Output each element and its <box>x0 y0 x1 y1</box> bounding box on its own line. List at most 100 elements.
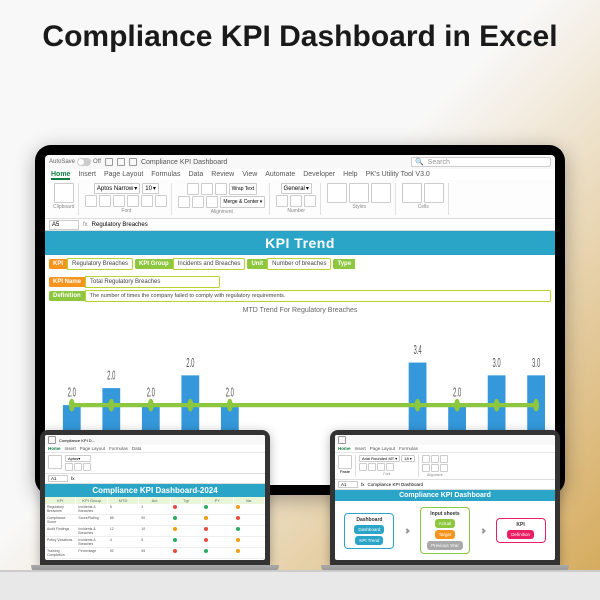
cell-styles-button[interactable] <box>371 183 391 203</box>
font-color-button[interactable] <box>155 195 167 207</box>
bold-button[interactable] <box>359 463 367 471</box>
paste-button[interactable] <box>48 455 62 469</box>
table-row: Regulatory BreachesIncidents & Breaches5… <box>45 504 265 515</box>
fx-icon[interactable]: fx <box>83 222 88 228</box>
table-row: Compliance ScoreScore/Rating8590 <box>45 515 265 526</box>
laptop-left: Compliance KPI D... HomeInsertPage Layou… <box>40 430 270 590</box>
percent-button[interactable] <box>290 195 302 207</box>
tab-insert[interactable]: Insert <box>78 171 96 180</box>
page-title: Compliance KPI Dashboard in Excel <box>0 0 600 56</box>
kpi-table[interactable]: KPIKPI GroupMTDActTgtPYVar Regulatory Br… <box>45 497 265 560</box>
underline-button[interactable] <box>377 463 385 471</box>
font-name-dd[interactable]: Arial Rounded MT▾ <box>359 455 400 462</box>
font-name-dd[interactable]: Aptos Narrow▾ <box>94 183 140 194</box>
align-top[interactable] <box>187 183 199 195</box>
svg-text:2.0: 2.0 <box>147 386 156 400</box>
tab-data[interactable]: Data <box>188 171 203 180</box>
font-dd[interactable]: Aptos▾ <box>65 455 91 462</box>
nav-target[interactable]: Target <box>435 530 456 539</box>
table-row: Policy ViolationsIncidents & Breaches45 <box>45 537 265 548</box>
panel-dashboard: Dashboard Dashboard KPI Trend <box>344 513 394 549</box>
filter-type: Type <box>333 258 355 270</box>
border-button[interactable] <box>127 195 139 207</box>
group-clipboard: Clipboard <box>49 183 79 215</box>
font-size-dd[interactable]: 10▾ <box>142 183 159 194</box>
svg-text:2.0: 2.0 <box>68 386 77 400</box>
tab-automate[interactable]: Automate <box>265 171 295 180</box>
table-row: Incidents ReportedIncidents & Breaches86 <box>45 559 265 560</box>
name-box[interactable]: A5 <box>49 220 79 230</box>
panel-kpi: KPI Definition <box>496 518 546 543</box>
table-row: Training CompletionPercentage9295 <box>45 548 265 559</box>
align-right[interactable] <box>206 196 218 208</box>
svg-text:2.0: 2.0 <box>107 369 116 383</box>
tab-review[interactable]: Review <box>211 171 234 180</box>
italic-button[interactable] <box>99 195 111 207</box>
font-size-dd[interactable]: 18▾ <box>401 455 414 462</box>
paste-button[interactable] <box>54 183 74 203</box>
number-format-dd[interactable]: General▾ <box>281 183 312 194</box>
bold-button[interactable] <box>85 195 97 207</box>
formula-bar-l1: A1fx <box>45 474 265 484</box>
formula-text[interactable]: Regulatory Breaches <box>92 222 148 228</box>
align-center[interactable] <box>192 196 204 208</box>
dashboard-banner-l2: Compliance KPI Dashboard <box>335 490 555 501</box>
filter-group: KPI GroupIncidents and Breaches <box>135 258 245 270</box>
search-input[interactable]: 🔍 Search <box>411 157 551 167</box>
svg-text:2.0: 2.0 <box>226 386 235 400</box>
kpi-trend-banner: KPI Trend <box>45 231 555 255</box>
redo-icon[interactable] <box>129 158 137 166</box>
paste-button[interactable] <box>338 455 352 469</box>
undo-icon[interactable] <box>117 158 125 166</box>
tab-page-layout[interactable]: Page Layout <box>104 171 143 180</box>
delete-cells[interactable] <box>424 183 444 203</box>
autosave-toggle[interactable]: AutoSaveOff <box>49 158 101 166</box>
chevron-icon <box>404 528 410 534</box>
save-icon[interactable] <box>105 158 113 166</box>
ribbon: Clipboard Aptos Narrow▾10▾ Font Wrap Tex… <box>45 180 555 219</box>
nav-dashboard[interactable]: Dashboard <box>354 525 384 534</box>
nav-actual[interactable]: Actual <box>435 519 456 528</box>
fmt-table-button[interactable] <box>349 183 369 203</box>
svg-text:2.0: 2.0 <box>186 357 195 371</box>
filter-row: KPIRegulatory Breaches KPI GroupIncident… <box>45 255 555 273</box>
group-styles: Styles <box>323 183 396 215</box>
wrap-text-button[interactable]: Wrap Text <box>229 183 257 195</box>
ribbon-tabs[interactable]: Home Insert Page Layout Formulas Data Re… <box>45 169 555 180</box>
nav-kpi-trend[interactable]: KPI Trend <box>355 536 383 545</box>
filter-unit: UnitNumber of breaches <box>247 258 331 270</box>
insert-cells[interactable] <box>402 183 422 203</box>
filter-name: KPI NameTotal Regulatory Breaches <box>49 276 220 288</box>
chevron-icon <box>480 528 486 534</box>
currency-button[interactable] <box>276 195 288 207</box>
tab-developer[interactable]: Developer <box>303 171 335 180</box>
group-alignment: Wrap Text Merge & Center▾ Alignment <box>174 183 270 215</box>
ribbon-l1: Aptos▾ <box>45 453 265 474</box>
comma-button[interactable] <box>304 195 316 207</box>
align-bot[interactable] <box>215 183 227 195</box>
underline-button[interactable] <box>113 195 125 207</box>
ribbon-tabs-l2[interactable]: HomeInsertPage LayoutFormulas <box>335 445 555 453</box>
filter-row-2: KPI NameTotal Regulatory Breaches Defini… <box>45 273 555 305</box>
save-icon[interactable] <box>338 436 346 444</box>
tab-home[interactable]: Home <box>51 171 70 180</box>
align-mid[interactable] <box>201 183 213 195</box>
tab-formulas[interactable]: Formulas <box>151 171 180 180</box>
merge-button[interactable]: Merge & Center▾ <box>220 196 265 208</box>
ribbon-tabs-l1[interactable]: HomeInsertPage LayoutFormulasData <box>45 445 265 453</box>
fill-button[interactable] <box>141 195 153 207</box>
tab-help[interactable]: Help <box>343 171 357 180</box>
table-row: Audit FindingsIncidents & Breaches1210 <box>45 526 265 537</box>
group-cells: Cells <box>398 183 449 215</box>
nav-definition[interactable]: Definition <box>507 530 534 539</box>
italic-button[interactable] <box>368 463 376 471</box>
nav-prev-year[interactable]: Previous Year <box>427 541 463 550</box>
align-left[interactable] <box>178 196 190 208</box>
group-font: Aptos Narrow▾10▾ Font <box>81 183 172 215</box>
titlebar: AutoSaveOff Compliance KPI Dashboard 🔍 S… <box>45 155 555 169</box>
table-header: KPIKPI GroupMTDActTgtPYVar <box>45 497 265 504</box>
tab-utility[interactable]: PK's Utility Tool V3.0 <box>366 171 430 180</box>
save-icon[interactable] <box>48 436 56 444</box>
tab-view[interactable]: View <box>242 171 257 180</box>
cond-fmt-button[interactable] <box>327 183 347 203</box>
